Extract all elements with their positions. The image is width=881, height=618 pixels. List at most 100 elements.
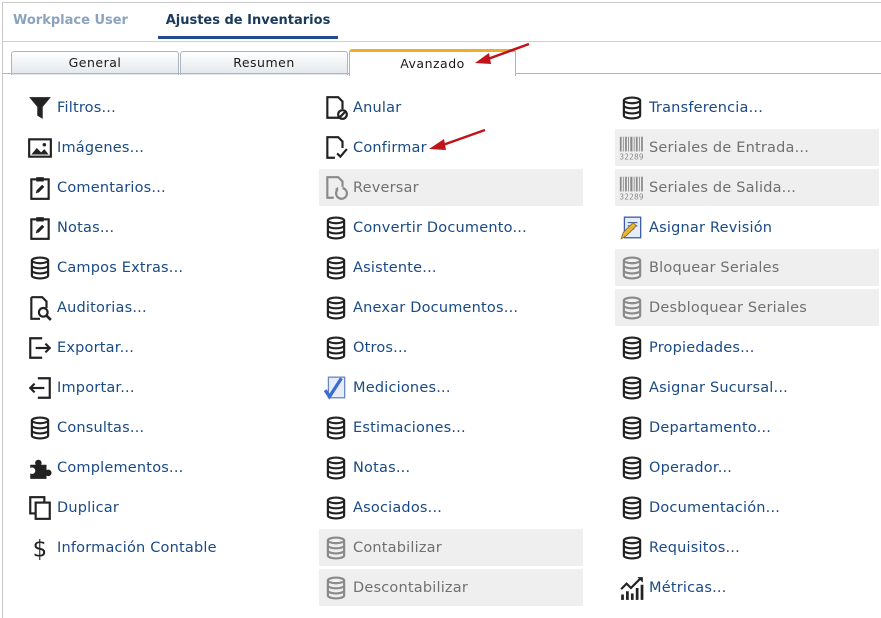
document-cancel-icon <box>321 93 351 123</box>
action-label: Contabilizar <box>353 539 442 556</box>
metrics-icon <box>617 573 647 603</box>
action-right-5: Desbloquear Seriales <box>615 289 879 326</box>
action-left-9[interactable]: Complementos... <box>23 449 303 486</box>
action-left-11[interactable]: $ Información Contable <box>23 529 303 566</box>
action-left-4[interactable]: Campos Extras... <box>23 249 303 286</box>
audit-search-icon <box>25 293 55 323</box>
action-middle-4[interactable]: Asistente... <box>319 249 583 286</box>
action-middle-3[interactable]: Convertir Documento... <box>319 209 583 246</box>
database-icon <box>25 253 55 283</box>
filter-icon <box>25 93 55 123</box>
puzzle-icon <box>25 453 55 483</box>
actions-column-right: Transferencia... 32289 Seriales de Entrada… <box>615 89 879 609</box>
action-label: Estimaciones... <box>353 419 466 436</box>
action-label: Auditorias... <box>57 299 147 316</box>
action-middle-7[interactable]: Mediciones... <box>319 369 583 406</box>
action-label: Desbloquear Seriales <box>649 299 808 316</box>
action-label: Asignar Revisión <box>649 219 773 236</box>
database-icon <box>617 333 647 363</box>
tab-general[interactable]: General <box>11 51 179 75</box>
database-icon <box>617 493 647 523</box>
action-label: Requisitos... <box>649 539 740 556</box>
action-right-12[interactable]: Métricas... <box>615 569 879 606</box>
action-right-8[interactable]: Departamento... <box>615 409 879 446</box>
action-middle-5[interactable]: Anexar Documentos... <box>319 289 583 326</box>
action-label: Transferencia... <box>649 99 764 116</box>
action-right-2: 32289 Seriales de Salida... <box>615 169 879 206</box>
action-label: Mediciones... <box>353 379 451 396</box>
tab-resumen[interactable]: Resumen <box>180 51 348 75</box>
action-left-6[interactable]: Exportar... <box>23 329 303 366</box>
tab-workplace-user[interactable]: Workplace User <box>3 3 153 39</box>
action-right-9[interactable]: Operador... <box>615 449 879 486</box>
action-label: Información Contable <box>57 539 217 556</box>
barcode-caption: 32289 <box>619 192 643 201</box>
duplicate-icon <box>25 493 55 523</box>
action-label: Complementos... <box>57 459 184 476</box>
action-label: Reversar <box>353 179 419 196</box>
action-label: Descontabilizar <box>353 579 468 596</box>
window-tabs: Workplace User Ajustes de Inventarios <box>3 3 881 41</box>
action-label: Confirmar <box>353 139 427 156</box>
database-icon <box>321 293 351 323</box>
action-left-5[interactable]: Auditorias... <box>23 289 303 326</box>
action-right-0[interactable]: Transferencia... <box>615 89 879 126</box>
action-left-0[interactable]: Filtros... <box>23 89 303 126</box>
action-right-10[interactable]: Documentación... <box>615 489 879 526</box>
database-icon <box>321 253 351 283</box>
revision-icon <box>617 213 647 243</box>
database-icon <box>617 533 647 563</box>
document-undo-icon <box>321 173 351 203</box>
action-middle-8[interactable]: Estimaciones... <box>319 409 583 446</box>
action-left-10[interactable]: Duplicar <box>23 489 303 526</box>
action-label: Asociados... <box>353 499 443 516</box>
action-left-2[interactable]: Comentarios... <box>23 169 303 206</box>
export-icon <box>25 333 55 363</box>
action-left-7[interactable]: Importar... <box>23 369 303 406</box>
barcode-caption: 32289 <box>619 152 643 161</box>
barcode-icon: 32289 <box>617 133 647 163</box>
action-middle-11: Contabilizar <box>319 529 583 566</box>
action-label: Importar... <box>57 379 135 396</box>
annotation-arrow-icon <box>475 42 530 64</box>
action-label: Campos Extras... <box>57 259 184 276</box>
action-label: Métricas... <box>649 579 727 596</box>
action-right-3[interactable]: Asignar Revisión <box>615 209 879 246</box>
action-right-1: 32289 Seriales de Entrada... <box>615 129 879 166</box>
action-right-7[interactable]: Asignar Sucursal... <box>615 369 879 406</box>
action-middle-12: Descontabilizar <box>319 569 583 606</box>
clipboard-edit-icon <box>25 173 55 203</box>
action-right-6[interactable]: Propiedades... <box>615 329 879 366</box>
action-label: Asistente... <box>353 259 437 276</box>
action-label: Consultas... <box>57 419 145 436</box>
database-icon <box>617 373 647 403</box>
database-icon <box>321 453 351 483</box>
database-icon <box>321 413 351 443</box>
action-label: Exportar... <box>57 339 135 356</box>
database-icon <box>25 413 55 443</box>
action-left-3[interactable]: Notas... <box>23 209 303 246</box>
database-icon <box>617 413 647 443</box>
action-middle-0[interactable]: Anular <box>319 89 583 126</box>
action-label: Propiedades... <box>649 339 755 356</box>
database-icon <box>617 293 647 323</box>
database-icon <box>617 453 647 483</box>
tab-ajustes-inventarios[interactable]: Ajustes de Inventarios <box>158 3 338 39</box>
app-frame: Workplace User Ajustes de Inventarios Ge… <box>2 2 881 618</box>
action-label: Asignar Sucursal... <box>649 379 788 396</box>
action-label: Bloquear Seriales <box>649 259 780 276</box>
action-left-8[interactable]: Consultas... <box>23 409 303 446</box>
action-left-1[interactable]: Imágenes... <box>23 129 303 166</box>
action-middle-9[interactable]: Notas... <box>319 449 583 486</box>
action-label: Filtros... <box>57 99 116 116</box>
dollar-icon: $ <box>25 533 55 563</box>
document-check-icon <box>321 133 351 163</box>
action-label: Duplicar <box>57 499 120 516</box>
action-middle-6[interactable]: Otros... <box>319 329 583 366</box>
action-middle-10[interactable]: Asociados... <box>319 489 583 526</box>
clipboard-edit-icon <box>25 213 55 243</box>
action-right-11[interactable]: Requisitos... <box>615 529 879 566</box>
svg-text:$: $ <box>33 536 48 560</box>
action-label: Imágenes... <box>57 139 145 156</box>
database-icon <box>321 333 351 363</box>
